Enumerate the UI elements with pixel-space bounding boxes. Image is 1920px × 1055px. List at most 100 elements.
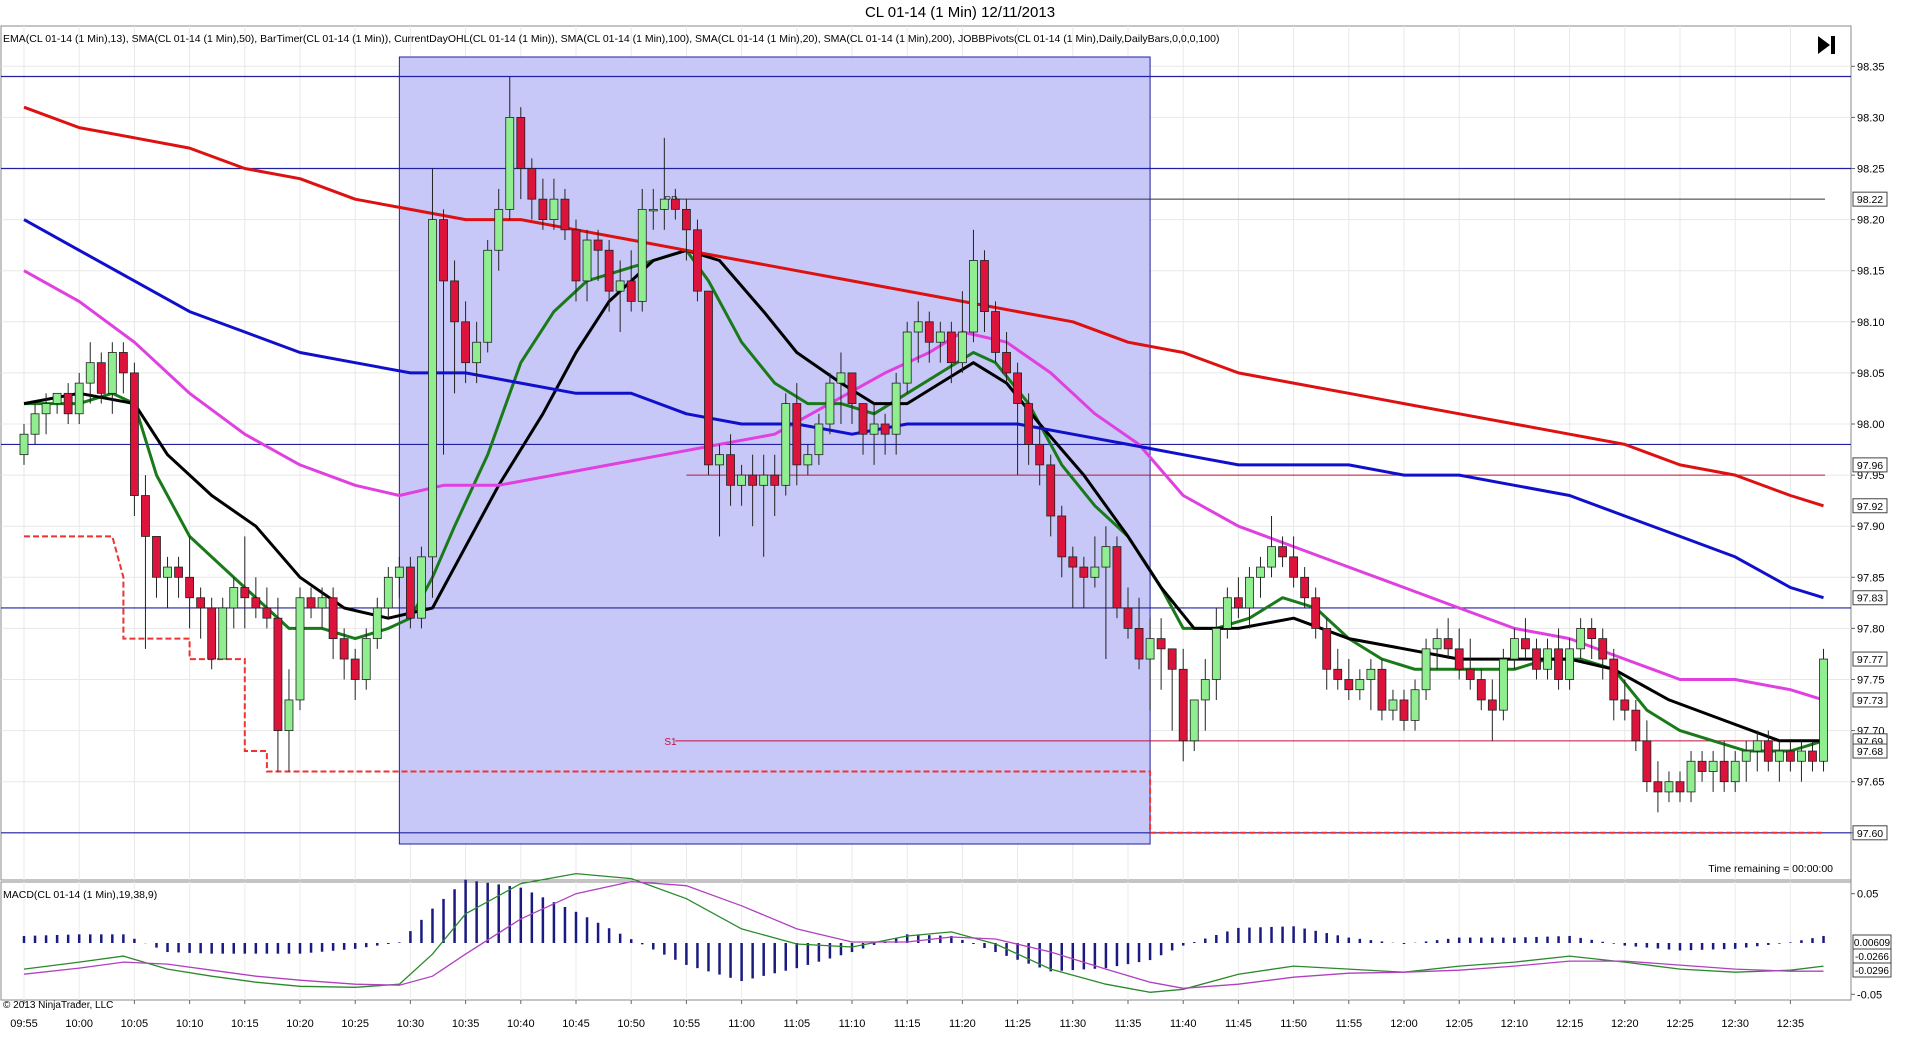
candle[interactable] [1311,587,1321,639]
chart-window: CL 01-14 (1 Min) 12/11/2013 98.35 98.30 98… [0,0,1920,1055]
candle[interactable] [1476,669,1486,711]
candle[interactable] [1167,648,1177,731]
candle[interactable] [1432,628,1442,670]
candle[interactable] [1543,638,1552,680]
candle[interactable] [1719,740,1729,792]
candle[interactable] [1631,699,1641,752]
candle[interactable] [405,556,415,629]
candle[interactable] [251,577,261,619]
candle[interactable] [273,597,283,772]
candle[interactable] [30,403,40,445]
candle[interactable] [428,168,437,598]
candle[interactable] [74,372,84,424]
candle[interactable] [1211,607,1221,700]
candle[interactable] [1653,761,1663,813]
candle[interactable] [19,424,29,465]
candle[interactable] [1730,751,1740,792]
candle[interactable] [284,669,294,772]
candle[interactable] [1377,659,1387,721]
candle[interactable] [1421,638,1431,700]
candle[interactable] [1234,577,1243,619]
up-candle-body [1576,628,1586,650]
candle[interactable] [693,219,702,302]
candle[interactable] [141,475,150,649]
candle[interactable] [1565,638,1574,690]
candle[interactable] [152,536,161,598]
candle[interactable] [1642,720,1652,792]
candle[interactable] [229,577,239,629]
candle[interactable] [63,383,73,424]
candle[interactable] [129,362,139,516]
candle[interactable] [1752,730,1762,772]
candle[interactable] [185,536,195,629]
candle[interactable] [163,556,172,608]
candle[interactable] [1454,628,1464,680]
candle[interactable] [107,342,117,414]
candle[interactable] [52,392,62,414]
candle[interactable] [1741,740,1751,782]
candle[interactable] [240,536,250,629]
candle[interactable] [1697,751,1707,782]
candle[interactable] [1399,689,1409,731]
candle[interactable] [1487,679,1497,741]
candle[interactable] [218,597,228,660]
candle[interactable] [1322,618,1332,690]
candle[interactable] [483,240,493,353]
down-candle-body [1311,597,1321,629]
candle[interactable] [372,597,382,649]
candle[interactable] [781,393,791,496]
candle[interactable] [1498,648,1508,721]
candle[interactable] [1189,699,1199,752]
candle[interactable] [1521,618,1530,660]
candle[interactable] [1222,587,1232,639]
candle[interactable] [328,587,338,660]
candle[interactable] [1686,751,1696,803]
candle[interactable] [1178,648,1188,762]
candle[interactable] [1156,618,1166,690]
time-tick-label: 09:55 [10,1018,38,1030]
candle[interactable] [417,546,426,629]
candle[interactable] [295,587,305,711]
candle[interactable] [1532,638,1541,680]
candle[interactable] [1355,669,1365,700]
candle[interactable] [1366,659,1376,711]
candle[interactable] [196,587,206,639]
candle[interactable] [1664,771,1674,803]
candle[interactable] [1819,648,1828,772]
candle[interactable] [1598,628,1608,680]
candle[interactable] [1344,659,1354,700]
candle[interactable] [174,556,183,598]
candle[interactable] [1112,536,1122,619]
candle[interactable] [1256,556,1265,598]
price-chart[interactable]: 98.35 98.30 98.25 98.20 98.15 98.10 98.05 98.00… [0,0,1920,1055]
candle[interactable] [704,290,713,476]
candle[interactable] [1200,659,1210,731]
candle[interactable] [350,648,360,700]
candle[interactable] [1576,618,1586,660]
candle[interactable] [902,321,912,394]
candle[interactable] [383,567,393,619]
candle[interactable] [1587,618,1597,660]
candle[interactable] [1443,618,1453,660]
candle[interactable] [1410,679,1420,731]
candle[interactable] [118,342,128,394]
candle[interactable] [1786,740,1795,772]
candle[interactable] [1300,567,1310,608]
candle[interactable] [262,587,272,629]
candle[interactable] [1675,771,1685,803]
candle[interactable] [1333,648,1343,690]
skip-to-end-icon[interactable] [1818,36,1835,54]
macd-tick-label: -0.05 [1857,989,1882,1001]
candle[interactable] [207,597,217,670]
candle[interactable] [1465,638,1475,690]
candle[interactable] [1708,751,1718,792]
candle[interactable] [1774,740,1784,782]
down-candle-body [1443,638,1453,650]
candle[interactable] [1388,689,1398,721]
down-candle-body [770,474,780,486]
candle[interactable] [1510,628,1519,670]
candle[interactable] [1609,648,1619,721]
candle[interactable] [1267,515,1276,578]
down-candle-body [262,607,272,619]
candle[interactable] [306,587,316,619]
